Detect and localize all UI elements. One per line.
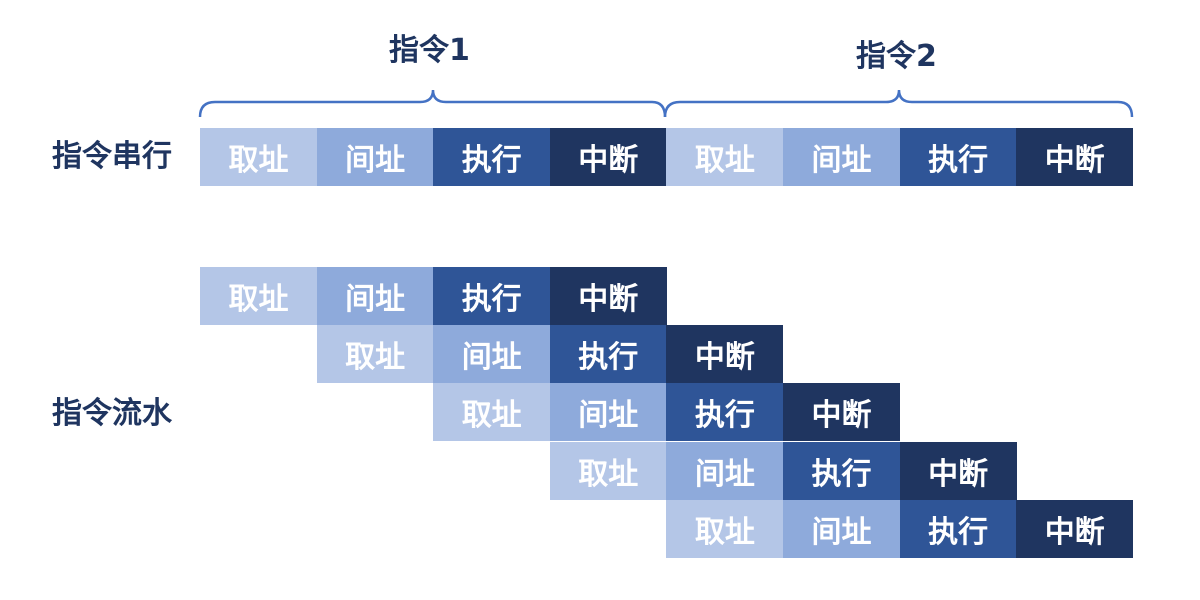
instr2-brace (663, 89, 1134, 118)
pipeline-cell-indirect: 间址 (316, 267, 434, 325)
serial-label: 指令串行 (52, 139, 172, 174)
serial-cell-indirect: 间址 (316, 128, 434, 186)
pipeline-cell-interrupt: 中断 (899, 441, 1017, 500)
instr1-label: 指令1 (389, 33, 470, 68)
pipeline-cell-indirect: 间址 (433, 325, 551, 384)
pipeline-cell-execute: 执行 (783, 441, 900, 500)
pipeline-cell-fetch: 取址 (549, 441, 667, 500)
instr1-brace (198, 89, 667, 118)
serial-cell-execute: 执行 (899, 128, 1017, 186)
pipeline-cell-fetch: 取址 (316, 325, 434, 384)
pipeline-cell-fetch: 取址 (200, 267, 317, 325)
pipeline-cell-interrupt: 中断 (666, 325, 784, 384)
pipeline-cell-execute: 执行 (549, 325, 667, 384)
instruction-pipeline-diagram: 指令1 指令2 指令串行 指令流水 取址 间址 执行 中断 取址 间址 执行 中断 取址 间址执… (0, 0, 1200, 600)
serial-cell-fetch: 取址 (666, 128, 784, 186)
pipeline-cell-interrupt: 中断 (549, 267, 667, 325)
serial-cell-interrupt: 中断 (549, 128, 667, 186)
pipeline-cell-interrupt: 中断 (783, 383, 900, 442)
serial-cell-interrupt: 中断 (1016, 128, 1134, 186)
serial-cell-indirect: 间址 (783, 128, 900, 186)
serial-cell-fetch: 取址 (200, 128, 317, 186)
instr2-label: 指令2 (856, 39, 937, 74)
pipeline-label: 指令流水 (52, 396, 172, 431)
serial-cell-execute: 执行 (433, 128, 551, 186)
pipeline-cell-indirect: 间址 (666, 441, 784, 500)
pipeline-cell-fetch: 取址 (666, 499, 784, 558)
pipeline-cell-execute: 执行 (899, 499, 1017, 558)
pipeline-cell-indirect: 间址 (783, 499, 900, 558)
pipeline-cell-execute: 执行 (433, 267, 551, 325)
pipeline-cell-interrupt: 中断 (1016, 499, 1134, 558)
pipeline-cell-execute: 执行 (666, 383, 784, 442)
pipeline-cell-fetch: 取址 (433, 383, 551, 442)
pipeline-cell-indirect: 间址 (549, 383, 667, 442)
